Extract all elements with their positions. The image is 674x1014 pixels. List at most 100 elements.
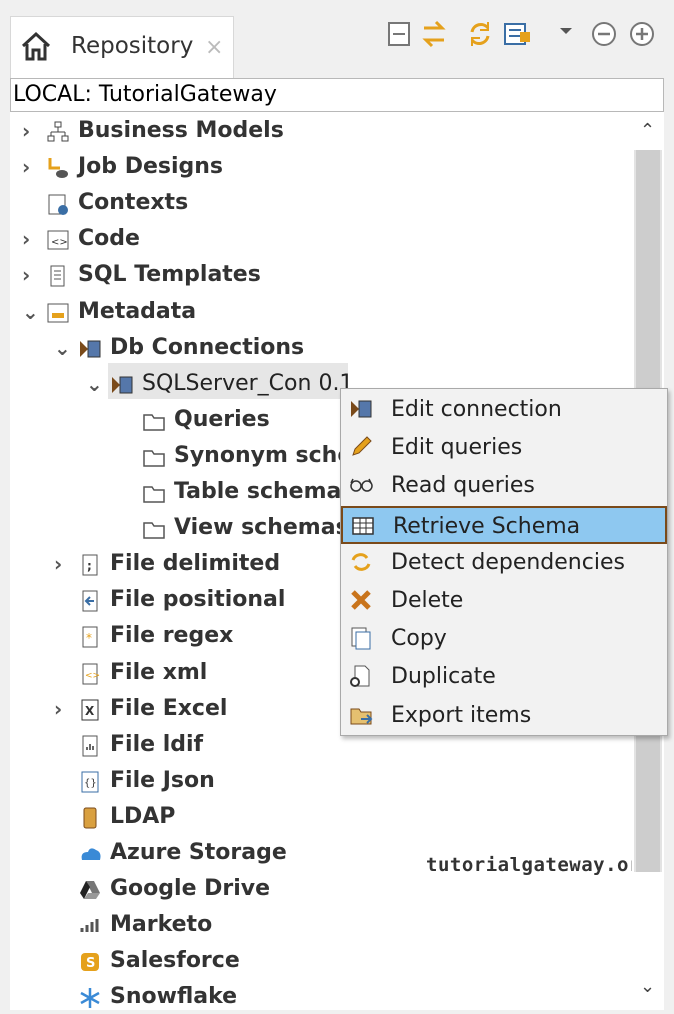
tree-item-label: Snowflake [110, 984, 238, 1010]
job-designs-icon [46, 156, 70, 180]
metadata-icon [46, 301, 70, 325]
tree-item-label: Azure Storage [110, 840, 287, 865]
tree-item[interactable]: LDAP [10, 800, 632, 834]
context-menu-item-label: Duplicate [391, 664, 496, 690]
scroll-down-icon[interactable]: ⌄ [640, 976, 655, 997]
context-menu-item[interactable]: Export items [341, 697, 667, 735]
tree-item-label: Google Drive [110, 876, 271, 902]
maximize-icon[interactable] [626, 18, 658, 50]
svg-text:;: ; [87, 559, 92, 573]
svg-text:X: X [85, 704, 95, 718]
svg-text:{}: {} [84, 778, 97, 789]
file-delimited-icon: ; [78, 553, 102, 577]
svg-text:<>: <> [51, 237, 68, 248]
tree-item[interactable]: › Business Models [10, 114, 632, 148]
chevron-down-icon[interactable]: ⌄ [22, 295, 40, 329]
duplicate-icon [349, 664, 377, 692]
tree-item-label: Table schemas [174, 479, 355, 504]
tree-item-label: File ldif [110, 731, 204, 757]
code-icon: <> [46, 228, 70, 252]
chevron-right-icon[interactable]: › [22, 150, 40, 184]
file-ldif-icon [78, 734, 102, 758]
contexts-icon [46, 192, 70, 216]
google-drive-icon [78, 878, 102, 902]
menu-dropdown-icon[interactable] [556, 18, 576, 50]
chevron-down-icon[interactable]: ⌄ [86, 367, 104, 401]
tree-item[interactable]: {} File Json [10, 764, 632, 798]
context-menu-item[interactable]: Detect dependencies [341, 544, 667, 582]
context-menu-item-label: Edit connection [391, 397, 562, 422]
context-menu-item[interactable]: Edit queries [341, 429, 667, 467]
file-excel-icon: X [78, 698, 102, 722]
file-json-icon: {} [78, 770, 102, 794]
refresh-icon[interactable] [464, 18, 496, 50]
folder-icon [142, 517, 166, 541]
delete-icon [349, 588, 377, 616]
context-menu-item-label: Export items [391, 702, 532, 728]
azure-storage-icon [78, 842, 102, 866]
scroll-up-icon[interactable]: ⌃ [640, 120, 655, 141]
db-connection-icon [110, 373, 134, 397]
tree-item-label: File regex [110, 623, 234, 649]
tree-item[interactable]: ⌄ Metadata [10, 295, 632, 329]
tree-item[interactable]: Snowflake [10, 980, 632, 1010]
chevron-down-icon[interactable]: ⌄ [54, 331, 72, 365]
context-menu-item[interactable]: Read queries [341, 467, 667, 505]
context-menu-item[interactable]: Delete [341, 582, 667, 620]
collapse-icon[interactable] [384, 18, 416, 50]
context-menu-item-label: Copy [391, 626, 447, 652]
close-icon[interactable]: × [205, 35, 223, 60]
context-menu-item[interactable]: Edit connection [341, 391, 667, 429]
tree-item-label: Marketo [110, 912, 213, 938]
file-positional-icon [78, 589, 102, 613]
chevron-right-icon[interactable]: › [54, 692, 72, 726]
context-menu-item[interactable]: Duplicate [341, 658, 667, 696]
export-icon [349, 703, 377, 731]
tree-item[interactable]: › SQL Templates [10, 258, 632, 292]
tree-item-label: SQLServer_Con 0.1 [142, 370, 354, 396]
minimize-icon[interactable] [588, 18, 620, 50]
tree-item-label: LDAP [110, 803, 176, 829]
folder-icon [142, 409, 166, 433]
glasses-icon [349, 473, 377, 501]
tree-item-label: File delimited [110, 551, 281, 577]
filter-icon[interactable] [502, 18, 534, 50]
svg-text:*: * [86, 631, 92, 645]
snowflake-icon [78, 986, 102, 1010]
context-menu: Edit connection Edit queries Read queries R… [340, 388, 668, 736]
chevron-right-icon[interactable]: › [22, 222, 40, 256]
tree-item-label: File Excel [110, 695, 228, 721]
tree-item[interactable]: Marketo [10, 908, 632, 942]
repository-location-bar: LOCAL: TutorialGateway [10, 78, 664, 112]
sync-arrows-icon[interactable] [418, 18, 450, 50]
tree-item[interactable]: › <> Code [10, 222, 632, 256]
tree-item-label: View schemas [174, 515, 349, 541]
tree-item[interactable]: ⌄ Db Connections [10, 331, 632, 365]
table-icon [351, 514, 379, 542]
tree-item-label: Salesforce [110, 948, 240, 974]
tree-item[interactable]: S Salesforce [10, 944, 632, 978]
tree-item[interactable]: Google Drive [10, 872, 632, 906]
tab-repository[interactable]: Repository × [10, 16, 234, 79]
chevron-right-icon[interactable]: › [22, 114, 40, 148]
context-menu-item[interactable]: Retrieve Schema [341, 505, 667, 544]
tree-item-label: Db Connections [110, 334, 305, 360]
tree-item-label: Metadata [78, 298, 197, 324]
watermark: tutorialgateway.org [426, 854, 632, 876]
file-xml-icon: <> [78, 662, 102, 686]
context-menu-item[interactable]: Copy [341, 620, 667, 658]
home-icon [21, 31, 51, 61]
db-connections-icon [78, 337, 102, 361]
chevron-right-icon[interactable]: › [22, 258, 40, 292]
tree-item-label: File xml [110, 659, 208, 685]
copy-icon [349, 626, 377, 654]
pencil-icon [349, 435, 377, 463]
context-menu-item-label: Delete [391, 588, 464, 613]
folder-icon [142, 445, 166, 469]
context-menu-item-label: Read queries [391, 473, 535, 499]
tree-item[interactable]: › Job Designs [10, 150, 632, 184]
view-tab-bar: Repository × [0, 0, 674, 79]
tree-item[interactable]: Contexts [10, 186, 632, 220]
chevron-right-icon[interactable]: › [54, 547, 72, 581]
tree-item-label: Business Models [78, 118, 284, 143]
